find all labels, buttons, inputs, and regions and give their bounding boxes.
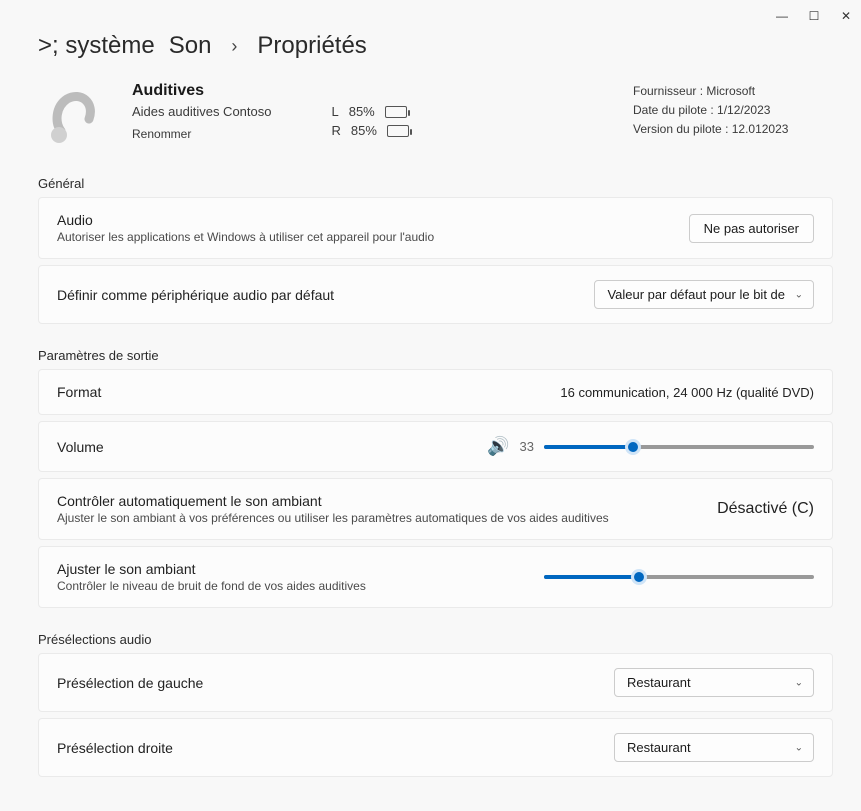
breadcrumb: >; système Son › Propriétés	[38, 32, 833, 60]
preset-left-select[interactable]: Restaurant ⌄	[614, 668, 814, 697]
ambient-control-card: Contrôler automatiquement le son ambiant…	[38, 478, 833, 540]
preset-right-card: Présélection droite Restaurant ⌄	[38, 718, 833, 777]
provider-label: Fournisseur : Microsoft	[633, 82, 833, 101]
ambient-control-title: Contrôler automatiquement le son ambiant	[57, 493, 609, 509]
breadcrumb-properties: Propriétés	[257, 32, 366, 60]
close-button[interactable]: ✕	[839, 9, 853, 23]
battery-right-label: R	[331, 123, 340, 138]
speaker-icon[interactable]: 🔊	[487, 436, 509, 457]
disallow-button[interactable]: Ne pas autoriser	[689, 214, 814, 243]
volume-title: Volume	[57, 439, 104, 455]
chevron-right-icon: ›	[231, 36, 237, 57]
driver-date-label: Date du pilote : 1/12/2023	[633, 101, 833, 120]
battery-left-pct: 85%	[349, 104, 375, 119]
audio-title: Audio	[57, 212, 434, 228]
volume-value: 33	[520, 439, 534, 454]
volume-slider[interactable]	[544, 438, 814, 456]
chevron-down-icon: ⌄	[795, 677, 803, 688]
hearing-aid-icon	[38, 82, 108, 152]
battery-icon	[387, 125, 409, 137]
battery-right-pct: 85%	[351, 123, 377, 138]
ambient-slider[interactable]	[544, 568, 814, 586]
ambient-adjust-card: Ajuster le son ambiant Contrôler le nive…	[38, 546, 833, 608]
battery-levels: L 85% R 85%	[331, 104, 408, 141]
audio-permission-card: Audio Autoriser les applications et Wind…	[38, 197, 833, 259]
maximize-button[interactable]: ☐	[807, 9, 821, 23]
section-presets: Présélections audio	[38, 632, 833, 647]
audio-subtitle: Autoriser les applications et Windows à …	[57, 230, 434, 244]
preset-left-title: Présélection de gauche	[57, 675, 203, 691]
volume-card: Volume 🔊 33	[38, 421, 833, 472]
chevron-down-icon: ⌄	[795, 289, 803, 300]
rename-link[interactable]: Renommer	[132, 127, 271, 141]
section-output: Paramètres de sortie	[38, 348, 833, 363]
preset-left-card: Présélection de gauche Restaurant ⌄	[38, 653, 833, 712]
ambient-adjust-title: Ajuster le son ambiant	[57, 561, 366, 577]
breadcrumb-system[interactable]: >; système	[38, 32, 155, 60]
device-name: Auditives	[132, 82, 271, 100]
format-title: Format	[57, 384, 101, 400]
preset-left-value: Restaurant	[627, 675, 691, 690]
ambient-adjust-sub: Contrôler le niveau de bruit de fond de …	[57, 579, 366, 593]
chevron-down-icon: ⌄	[795, 742, 803, 753]
default-device-title: Définir comme périphérique audio par déf…	[57, 287, 334, 303]
device-header: Auditives Aides auditives Contoso Renomm…	[38, 82, 833, 152]
device-vendor: Aides auditives Contoso	[132, 104, 271, 119]
default-device-select[interactable]: Valeur par défaut pour le bit de ⌄	[594, 280, 814, 309]
ambient-control-state[interactable]: Désactivé (C)	[717, 500, 814, 518]
preset-right-title: Présélection droite	[57, 740, 173, 756]
title-bar: — ☐ ✕	[0, 0, 861, 32]
battery-icon	[385, 106, 407, 118]
preset-right-select[interactable]: Restaurant ⌄	[614, 733, 814, 762]
breadcrumb-sound[interactable]: Son	[169, 32, 212, 60]
format-value: 16 communication, 24 000 Hz (qualité DVD…	[560, 385, 814, 400]
section-general: Général	[38, 176, 833, 191]
format-card: Format 16 communication, 24 000 Hz (qual…	[38, 369, 833, 415]
driver-meta: Fournisseur : Microsoft Date du pilote :…	[633, 82, 833, 140]
default-device-value: Valeur par défaut pour le bit de	[607, 287, 785, 302]
default-device-card: Définir comme périphérique audio par déf…	[38, 265, 833, 324]
ambient-control-sub: Ajuster le son ambiant à vos préférences…	[57, 511, 609, 525]
preset-right-value: Restaurant	[627, 740, 691, 755]
minimize-button[interactable]: —	[775, 9, 789, 23]
driver-version-label: Version du pilote : 12.012023	[633, 120, 833, 139]
battery-left-label: L	[331, 104, 338, 119]
